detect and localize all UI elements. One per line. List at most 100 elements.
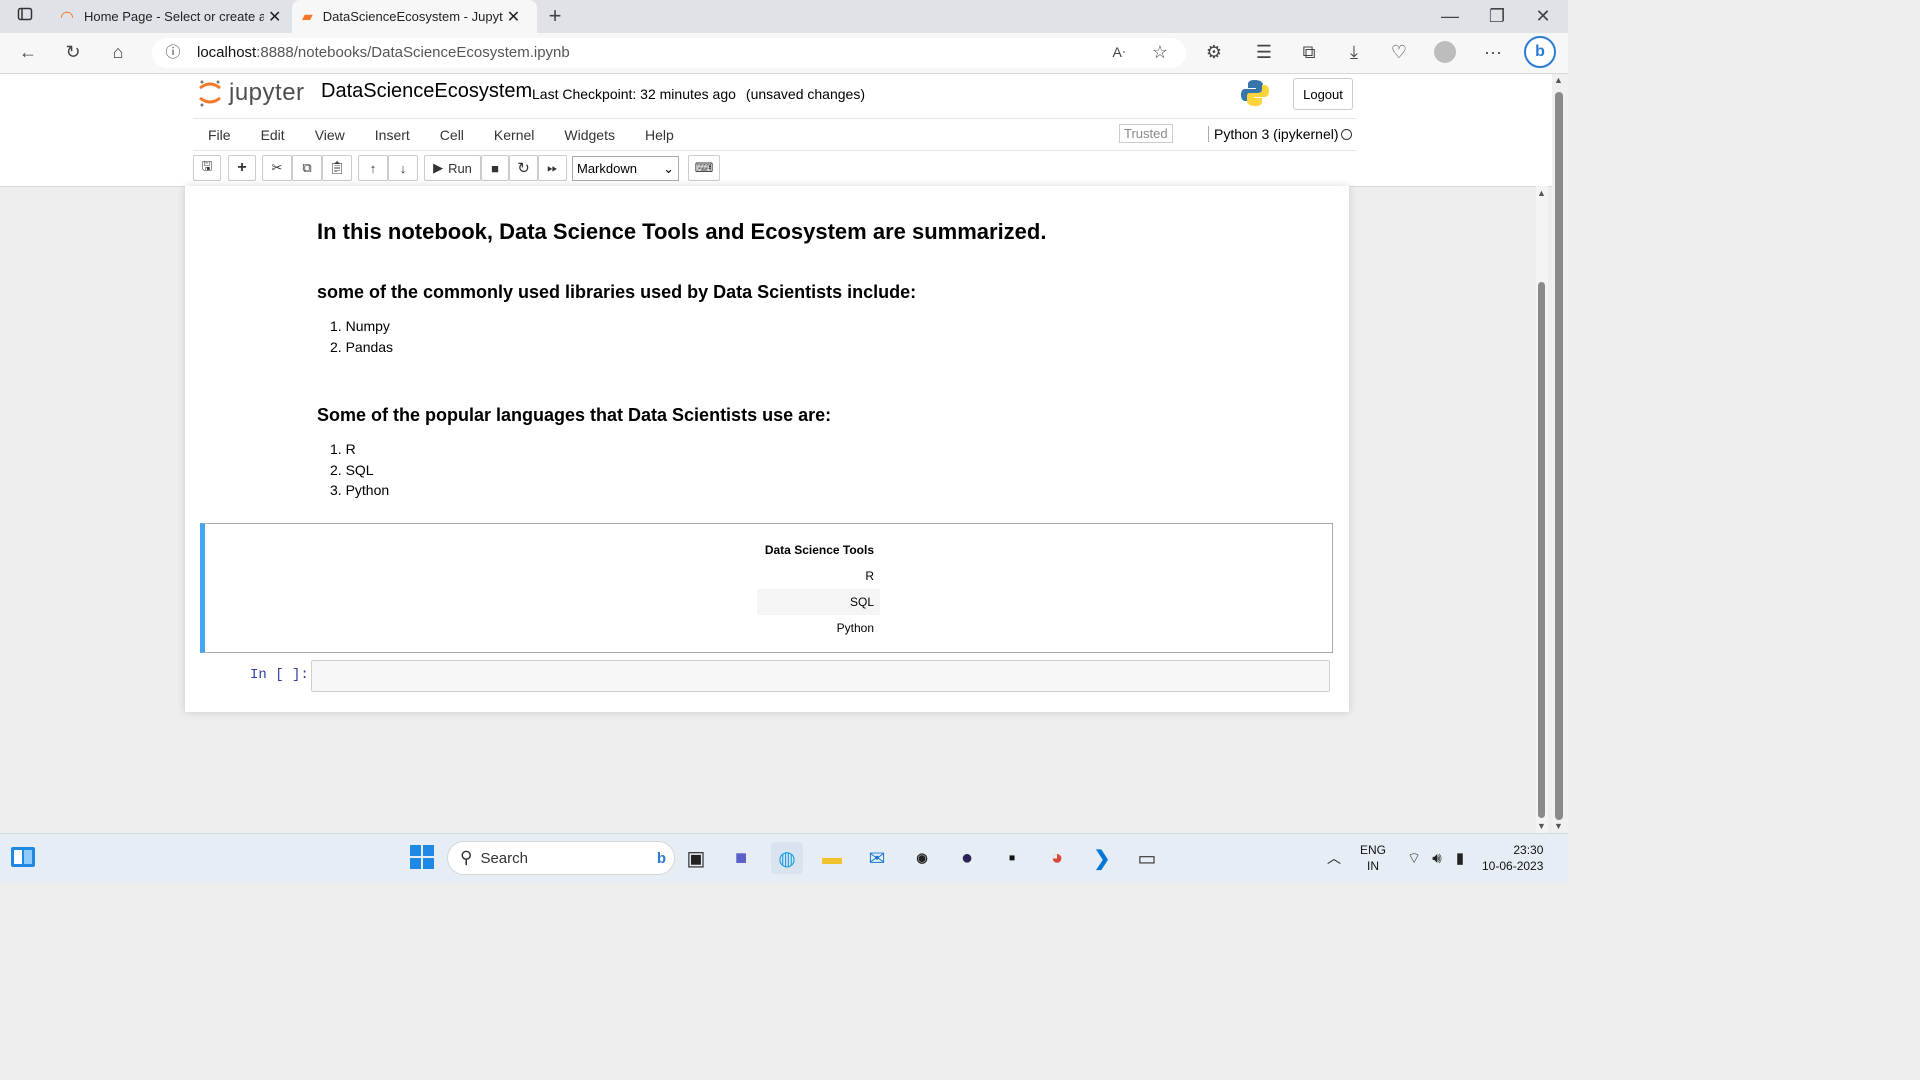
restart-run-all-icon[interactable]: ⏩︎ xyxy=(538,155,567,181)
menu-bar: File Edit View Insert Cell Kernel Widget… xyxy=(193,118,1356,151)
notebook-scroll-up-icon[interactable]: ▲ xyxy=(1537,188,1546,198)
code-cell-input[interactable] xyxy=(311,660,1330,692)
jupyter-logo-text: jupyter xyxy=(229,79,305,106)
tab-actions-icon[interactable] xyxy=(12,4,38,28)
move-up-icon[interactable]: ↑ xyxy=(358,155,388,181)
downloads-icon[interactable]: ⤓ xyxy=(1341,40,1367,64)
dell-icon[interactable]: ◉ xyxy=(906,842,938,874)
kernel-name[interactable]: Python 3 (ipykernel) xyxy=(1208,126,1339,142)
battery-icon[interactable]: ▮ xyxy=(1444,842,1476,874)
browser-essentials-icon[interactable]: ♡ xyxy=(1386,40,1412,64)
windows-start-icon[interactable] xyxy=(410,845,434,874)
libraries-heading: some of the commonly used libraries used… xyxy=(317,282,917,302)
insert-cell-icon[interactable]: + xyxy=(228,155,256,181)
menu-cell[interactable]: Cell xyxy=(425,127,479,143)
minimize-icon[interactable]: — xyxy=(1437,4,1463,28)
move-down-icon[interactable]: ↓ xyxy=(388,155,418,181)
collections-icon[interactable]: ⧉ xyxy=(1296,40,1322,64)
more-menu-icon[interactable]: ··· xyxy=(1480,40,1506,64)
tab-notebook[interactable]: ▰ DataScienceEcosystem - Jupyter ✕ xyxy=(292,0,537,33)
close-window-icon[interactable]: ✕ xyxy=(1530,4,1556,28)
restart-icon[interactable]: ↻ xyxy=(509,155,538,181)
jupyter-logo[interactable]: jupyter xyxy=(197,78,305,108)
restore-icon[interactable]: ❐ xyxy=(1484,4,1510,28)
search-icon: ⚲ xyxy=(460,848,473,867)
menu-insert[interactable]: Insert xyxy=(360,127,425,143)
command-prompt-icon[interactable]: ▭ xyxy=(1131,842,1163,874)
save-icon[interactable]: 🖫 xyxy=(193,155,221,181)
last-checkpoint: Last Checkpoint: 32 minutes ago xyxy=(532,86,736,102)
run-icon: ▶ xyxy=(433,160,444,175)
search-label: Search xyxy=(480,849,528,867)
run-label: Run xyxy=(448,160,472,176)
table-row: SQL xyxy=(757,589,880,615)
paste-icon[interactable]: 📋︎ xyxy=(322,155,352,181)
close-tab-icon[interactable]: ✕ xyxy=(507,7,520,27)
list-item: 1. Numpy xyxy=(330,318,390,334)
notebook-scroll-down-icon[interactable]: ▼ xyxy=(1537,821,1546,831)
eclipse-icon[interactable]: ● xyxy=(951,842,983,874)
menu-widgets[interactable]: Widgets xyxy=(549,127,630,143)
url-path: :8888/notebooks/DataScienceEcosystem.ipy… xyxy=(256,44,570,61)
scroll-down-icon[interactable]: ▼ xyxy=(1554,821,1563,831)
menu-help[interactable]: Help xyxy=(630,127,689,143)
read-aloud-icon[interactable]: Aᐧ xyxy=(1106,40,1132,64)
task-view-icon[interactable]: ▣ xyxy=(680,842,712,874)
list-item: 1. R xyxy=(330,441,356,457)
copy-icon[interactable]: ⧉ xyxy=(292,155,322,181)
tab-title: Home Page - Select or create a n xyxy=(83,9,264,24)
mail-icon[interactable]: ✉ xyxy=(861,842,893,874)
tab-home-page[interactable]: ◠ Home Page - Select or create a n ✕ xyxy=(50,0,292,33)
url-text[interactable]: localhost:8888/notebooks/DataScienceEcos… xyxy=(197,44,570,61)
table-row: R xyxy=(865,569,874,583)
edge-browser-icon[interactable]: ◍ xyxy=(771,842,803,874)
chevron-down-icon: ⌄ xyxy=(663,160,674,176)
page-scrollbar-thumb[interactable] xyxy=(1555,92,1563,820)
site-info-icon[interactable]: ⓘ xyxy=(160,41,186,65)
bing-copilot-icon[interactable]: b xyxy=(1524,36,1556,68)
chrome-icon[interactable]: ◕ xyxy=(1041,842,1073,874)
table-row: Python xyxy=(836,621,874,635)
home-icon[interactable]: ⌂ xyxy=(105,40,131,64)
region-code: IN xyxy=(1367,859,1379,873)
table-header: Data Science Tools xyxy=(764,543,874,557)
list-item: 2. SQL xyxy=(330,462,374,478)
widgets-icon[interactable] xyxy=(10,846,36,873)
favorite-star-icon[interactable]: ☆ xyxy=(1147,40,1173,64)
menu-view[interactable]: View xyxy=(300,127,360,143)
input-language[interactable]: ENG IN xyxy=(1360,842,1386,874)
cell-type-select[interactable]: Markdown ⌄ xyxy=(572,156,679,181)
jupyter-logo-icon xyxy=(199,80,221,107)
extensions-icon[interactable]: ⚙ xyxy=(1201,40,1227,64)
notebook-scrollbar-thumb[interactable] xyxy=(1538,282,1545,818)
list-item: 2. Pandas xyxy=(330,339,394,355)
favorites-icon[interactable]: ☰ xyxy=(1251,40,1277,64)
menu-kernel[interactable]: Kernel xyxy=(479,127,549,143)
back-icon[interactable]: ← xyxy=(15,40,41,64)
file-explorer-icon[interactable]: ▬ xyxy=(816,842,848,874)
run-button[interactable]: ▶ Run xyxy=(424,155,481,181)
refresh-icon[interactable]: ↻ xyxy=(60,40,86,64)
logout-button[interactable]: Logout xyxy=(1293,78,1353,110)
jupyter-tab-icon: ◠ xyxy=(60,8,74,26)
close-tab-icon[interactable]: ✕ xyxy=(268,7,281,27)
show-hidden-icons-icon[interactable]: ︿ xyxy=(1318,842,1350,874)
bing-icon: b xyxy=(656,849,666,867)
interrupt-icon[interactable]: ■ xyxy=(481,155,509,181)
teams-chat-icon[interactable]: ■ xyxy=(725,842,757,874)
terminal-icon[interactable]: ▪ xyxy=(996,842,1028,874)
checkpoint-status: Last Checkpoint: 32 minutes ago (unsaved … xyxy=(532,86,875,102)
trusted-indicator[interactable]: Trusted xyxy=(1119,124,1173,143)
scroll-up-icon[interactable]: ▲ xyxy=(1554,75,1563,85)
vscode-icon[interactable]: ❯ xyxy=(1086,842,1118,874)
menu-file[interactable]: File xyxy=(193,127,246,143)
profile-avatar-icon[interactable] xyxy=(1434,41,1456,63)
keyboard-shortcuts-icon[interactable]: ⌨ xyxy=(688,155,720,181)
menu-edit[interactable]: Edit xyxy=(246,127,300,143)
taskbar-clock[interactable]: 23:30 10-06-2023 xyxy=(1482,842,1543,874)
notebook-title[interactable]: DataScienceEcosystem xyxy=(321,80,532,103)
new-tab-icon[interactable]: + xyxy=(542,4,568,28)
notebook-tab-icon: ▰ xyxy=(302,8,313,24)
taskbar-search-box[interactable]: ⚲ Search b xyxy=(447,841,675,875)
cut-icon[interactable]: ✂ xyxy=(262,155,292,181)
